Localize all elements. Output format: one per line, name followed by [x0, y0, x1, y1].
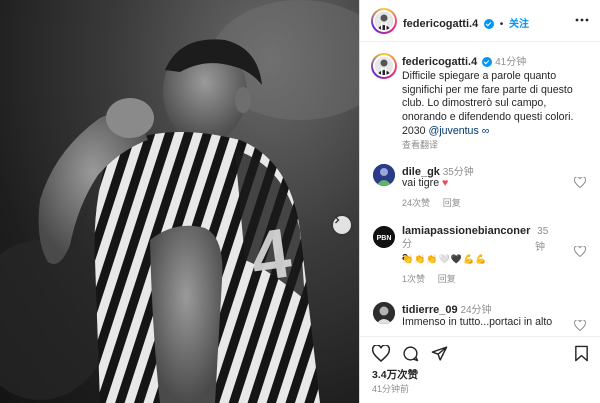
comment-username[interactable]: tidierre_09 [402, 304, 458, 316]
comment-1-meta: 24次赞 回复 [402, 196, 461, 209]
more-dots-icon [575, 18, 589, 22]
comment-avatar[interactable]: PBN [373, 226, 395, 248]
caption-avatar[interactable] [373, 55, 395, 77]
header-user-line: federicogatti.4 • 关注 [403, 15, 529, 30]
pink-heart-emoji: ♥ [442, 177, 449, 189]
comment-likes[interactable]: 1次赞 [402, 274, 425, 284]
comment-icon [403, 346, 419, 362]
comment-1-line: dile_gk 35分钟 [402, 163, 474, 178]
author-username[interactable]: federicogatti.4 [403, 18, 478, 30]
comment-like-button[interactable] [573, 245, 587, 260]
comment-reply-button[interactable]: 回复 [443, 198, 461, 208]
comment-time-wrap[interactable]: 钟 [535, 238, 545, 253]
heart-icon [573, 319, 587, 332]
heart-icon [573, 245, 587, 258]
comment-1-text-line: vai tigre ♥ [402, 177, 448, 189]
instagram-post-view: 4 federicogatti.4 • 关注 federicogatti.4 4… [0, 0, 600, 403]
caption-mention-link[interactable]: @juventus [429, 125, 479, 137]
chevron-right-icon [335, 216, 340, 224]
share-button[interactable] [431, 345, 448, 365]
post-timestamp[interactable]: 41分钟前 [372, 382, 409, 395]
caption-time[interactable]: 41分钟 [495, 57, 526, 68]
author-avatar[interactable] [373, 10, 395, 32]
avatar-image [373, 302, 395, 324]
comment-like-button[interactable] [573, 319, 587, 334]
bookmark-icon [575, 345, 588, 362]
post-header: federicogatti.4 • 关注 [360, 0, 600, 42]
verified-badge-icon [482, 57, 493, 68]
heart-icon [573, 176, 587, 189]
comment-avatar[interactable] [373, 164, 395, 186]
comment-text: vai tigre [402, 177, 440, 189]
post-photo: 4 [0, 0, 359, 403]
translate-link[interactable]: 查看翻译 [402, 140, 438, 150]
more-options-button[interactable] [575, 15, 589, 28]
avatar-image: PBN [373, 226, 395, 248]
comment-reply-button[interactable]: 回复 [438, 274, 456, 284]
like-button[interactable] [371, 344, 391, 365]
caption-username[interactable]: federicogatti.4 [402, 56, 477, 68]
verified-badge-icon [483, 19, 494, 30]
comment-time[interactable]: 24分钟 [460, 305, 491, 316]
comment-3-line: tidierre_09 24分钟 [402, 301, 492, 316]
comment-likes[interactable]: 24次赞 [402, 198, 430, 208]
comment-avatar[interactable] [373, 302, 395, 324]
separator-dot: • [499, 19, 504, 30]
follow-button[interactable]: 关注 [509, 19, 529, 30]
svg-text:PBN: PBN [377, 235, 392, 242]
player-photo-illustration: 4 [0, 0, 359, 403]
carousel-next-button[interactable] [333, 216, 351, 234]
avatar-image [375, 57, 393, 75]
comment-button[interactable] [402, 345, 419, 365]
heart-icon [371, 344, 391, 362]
avatar-image [373, 164, 395, 186]
post-side-panel: federicogatti.4 • 关注 federicogatti.4 41分… [359, 0, 600, 403]
comment-2-meta: 1次赞 回复 [402, 272, 456, 285]
avatar-image [375, 12, 393, 30]
post-caption: federicogatti.4 41分钟 Difficile spiegare … [402, 56, 592, 153]
comment-text: Immenso in tutto...portaci in alto [402, 316, 553, 328]
infinity-symbol: ∞ [481, 124, 490, 137]
share-icon [431, 346, 448, 361]
likes-count[interactable]: 3.4万次赞 [372, 367, 418, 382]
save-button[interactable] [574, 345, 589, 365]
comment-username[interactable]: lamiapassionebianconer [402, 225, 530, 237]
comment-like-button[interactable] [573, 176, 587, 191]
comment-text: 👏👏👏🤍🖤💪💪 [402, 254, 488, 264]
